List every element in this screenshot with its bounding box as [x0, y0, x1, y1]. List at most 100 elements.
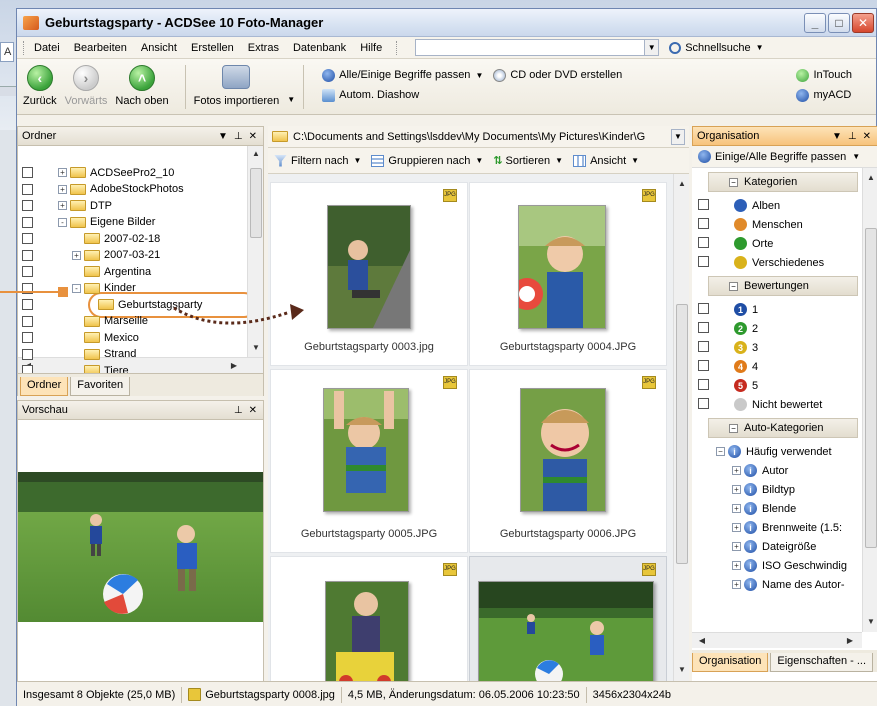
close-pane-icon[interactable]: ✕: [249, 405, 257, 416]
expand-icon[interactable]: +: [732, 561, 741, 570]
menu-bearbeiten[interactable]: Bearbeiten: [74, 42, 127, 54]
scroll-left-icon[interactable]: ◀: [696, 635, 708, 647]
folder-checkbox[interactable]: [22, 315, 33, 327]
expand-icon[interactable]: +: [732, 504, 741, 513]
thumbnail-item[interactable]: JPG Geburtstagsparty 0004.JPG: [469, 182, 667, 366]
forward-button[interactable]: › Vorwärts: [65, 65, 107, 107]
slideshow-button[interactable]: Autom. Diashow: [322, 85, 622, 105]
tab-ordner[interactable]: Ordner: [20, 377, 69, 396]
auto-category-item[interactable]: + i Autor: [692, 461, 862, 480]
category-checkbox[interactable]: [698, 218, 709, 229]
folder-checkbox[interactable]: [22, 249, 33, 261]
thumbnail-item[interactable]: JPG Geburtstagsparty 0005.JPG: [270, 369, 468, 553]
path-text[interactable]: C:\Documents and Settings\lsddev\My Docu…: [293, 131, 645, 143]
auto-category-item[interactable]: + i Blende: [692, 499, 862, 518]
search-input[interactable]: [415, 39, 646, 56]
folder-tree-item[interactable]: + ACDSeePro2_10: [18, 164, 174, 181]
menu-extras[interactable]: Extras: [248, 42, 279, 54]
scroll-down-icon[interactable]: ▼: [676, 664, 688, 676]
burn-disc-label[interactable]: CD oder DVD erstellen: [510, 69, 622, 81]
folder-tree-item[interactable]: Marseille: [18, 313, 148, 330]
auto-category-item[interactable]: + i Bildtyp: [692, 480, 862, 499]
folder-tree-item[interactable]: Tiere: [18, 362, 129, 373]
folder-checkbox[interactable]: [22, 233, 33, 244]
path-dropdown-icon[interactable]: ▼: [671, 128, 685, 145]
folder-tree-item[interactable]: + AdobeStockPhotos: [18, 181, 184, 198]
expand-icon[interactable]: +: [72, 250, 81, 260]
folder-checkbox[interactable]: [22, 348, 33, 360]
auto-category-item[interactable]: + i Brennweite (1.5:: [692, 518, 862, 537]
scroll-up-icon[interactable]: ▲: [865, 172, 877, 184]
folder-checkbox[interactable]: [22, 216, 33, 228]
folder-checkbox[interactable]: [22, 167, 33, 178]
scroll-up-icon[interactable]: ▲: [676, 178, 688, 190]
filter-button[interactable]: Filtern nach ▼: [274, 154, 361, 167]
thumbnail-scrollbar[interactable]: ▲ ▼: [673, 174, 689, 681]
view-button[interactable]: Ansicht ▼: [573, 154, 639, 167]
rating-item[interactable]: 55: [692, 376, 862, 395]
search-dropdown-icon[interactable]: ▼: [645, 39, 660, 56]
scroll-thumb[interactable]: [865, 228, 877, 548]
up-button[interactable]: ˄ Nach oben: [115, 65, 169, 107]
folder-checkbox[interactable]: [22, 266, 33, 277]
menu-erstellen[interactable]: Erstellen: [191, 42, 234, 54]
folder-tree-item[interactable]: - Eigene Bilder: [18, 214, 155, 231]
folder-checkbox[interactable]: [22, 183, 33, 195]
expand-icon[interactable]: +: [58, 168, 67, 177]
expand-icon[interactable]: +: [58, 201, 67, 210]
expand-icon[interactable]: +: [732, 580, 741, 589]
expand-icon[interactable]: +: [732, 466, 741, 475]
rating-item[interactable]: 22: [692, 319, 862, 338]
scroll-up-icon[interactable]: ▲: [250, 148, 262, 160]
match-terms-button[interactable]: Alle/Einige Begriffe passen ▼ CD oder DV…: [322, 65, 622, 85]
scroll-right-icon[interactable]: ▶: [228, 360, 240, 372]
folder-checkbox[interactable]: [22, 365, 33, 373]
rating-checkbox[interactable]: [698, 360, 709, 371]
expand-icon[interactable]: +: [732, 523, 741, 532]
folder-tree-item[interactable]: Argentina: [18, 263, 151, 280]
menu-ansicht[interactable]: Ansicht: [141, 42, 177, 54]
pane-menu-icon[interactable]: ▼: [832, 131, 842, 142]
collapse-icon[interactable]: −: [729, 177, 738, 187]
auto-category-root[interactable]: − i Häufig verwendet: [692, 442, 862, 461]
tab-organisation[interactable]: Organisation: [692, 653, 769, 672]
folder-tree-item[interactable]: 2007-02-18: [18, 230, 160, 247]
category-item[interactable]: Verschiedenes: [692, 253, 862, 272]
scroll-right-icon[interactable]: ▶: [844, 635, 856, 647]
collapse-icon[interactable]: −: [729, 423, 738, 433]
folder-checkbox[interactable]: [22, 200, 33, 211]
pane-menu-icon[interactable]: ▼: [218, 131, 228, 142]
collapse-icon[interactable]: −: [729, 281, 738, 291]
ratings-group-header[interactable]: − Bewertungen: [708, 276, 858, 296]
match-terms-dropdown[interactable]: Einige/Alle Begriffe passen ▼: [692, 146, 877, 168]
auto-category-item[interactable]: + i Name des Autor-: [692, 575, 862, 594]
scroll-down-icon[interactable]: ▼: [250, 342, 262, 354]
myacd-button[interactable]: myACD: [796, 85, 852, 105]
pin-icon[interactable]: ⊥: [234, 405, 243, 416]
import-dropdown-icon[interactable]: ▼: [287, 95, 295, 104]
intouch-button[interactable]: InTouch: [796, 65, 852, 85]
pin-icon[interactable]: ⊥: [234, 131, 243, 142]
group-button[interactable]: Gruppieren nach ▼: [371, 154, 483, 167]
auto-categories-group-header[interactable]: − Auto-Kategorien: [708, 418, 858, 438]
expand-icon[interactable]: +: [58, 184, 67, 194]
import-button[interactable]: Fotos importieren: [194, 65, 279, 107]
organize-scrollbar[interactable]: ▲ ▼: [862, 168, 877, 632]
tab-favoriten[interactable]: Favoriten: [70, 377, 131, 396]
rating-checkbox[interactable]: [698, 303, 709, 314]
scroll-thumb[interactable]: [676, 304, 688, 564]
folder-tree-item[interactable]: +2007-03-21: [18, 247, 160, 264]
back-button[interactable]: ‹ Zurück: [23, 65, 57, 107]
thumbnail-item[interactable]: JPG: [270, 556, 468, 681]
menu-datenbank[interactable]: Datenbank: [293, 42, 346, 54]
collapse-icon[interactable]: -: [72, 283, 81, 293]
auto-category-item[interactable]: + i Dateigröße: [692, 537, 862, 556]
expand-icon[interactable]: +: [732, 485, 741, 494]
organize-hscrollbar[interactable]: ◀ ▶: [692, 632, 862, 648]
close-button[interactable]: ✕: [852, 12, 874, 33]
folder-checkbox[interactable]: [22, 299, 33, 310]
rating-item[interactable]: 11: [692, 300, 862, 319]
close-pane-icon[interactable]: ✕: [249, 131, 257, 142]
sort-button[interactable]: ⇅ Sortieren ▼: [493, 154, 563, 168]
rating-item[interactable]: 44: [692, 357, 862, 376]
